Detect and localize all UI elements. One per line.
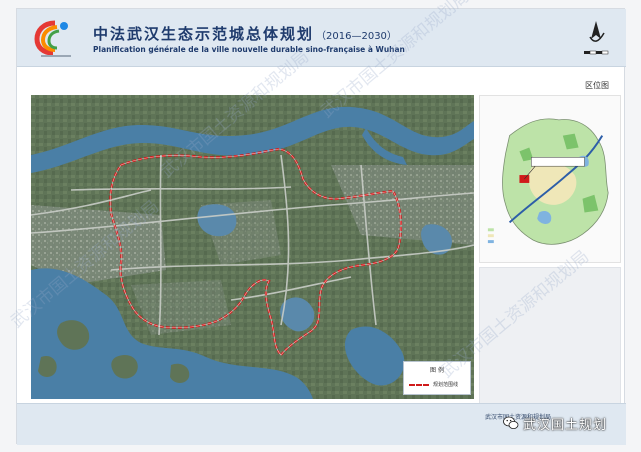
title-banner: 中法武汉生态示范城总体规划 （2016—2030） Planification g… [17,9,626,67]
inset-blank-panel [479,267,621,407]
map-legend: 图 例 规划范围线 [403,361,471,395]
legend-item-label: 规划范围线 [433,382,459,388]
location-inset-map[interactable] [479,95,621,263]
title-years: （2016—2030） [316,31,397,42]
wechat-icon [503,416,519,429]
map-sheet: 中法武汉生态示范城总体规划 （2016—2030） Planification g… [16,8,626,445]
account-watermark-badge: 武汉国土规划 [503,413,625,433]
boundary-line-swatch [409,384,429,386]
satellite-map[interactable] [31,95,474,399]
north-arrow-scale-icon [584,21,609,55]
legend-title: 图 例 [430,367,444,374]
map-title: 中法武汉生态示范城总体规划 （2016—2030） [93,23,397,44]
title-cn-text: 中法武汉生态示范城总体规划 [93,25,315,43]
inset-callout-box [531,157,585,167]
inset-legend-swatches [487,234,494,238]
location-map-label: 区位图 [585,81,609,90]
inset-legend-swatches [487,228,494,232]
inset-legend-swatches [487,240,494,244]
account-name: 武汉国土规划 [523,417,608,433]
map-subtitle-french: Planification générale de la ville nouve… [93,45,405,54]
eco-city-logo [34,20,71,57]
